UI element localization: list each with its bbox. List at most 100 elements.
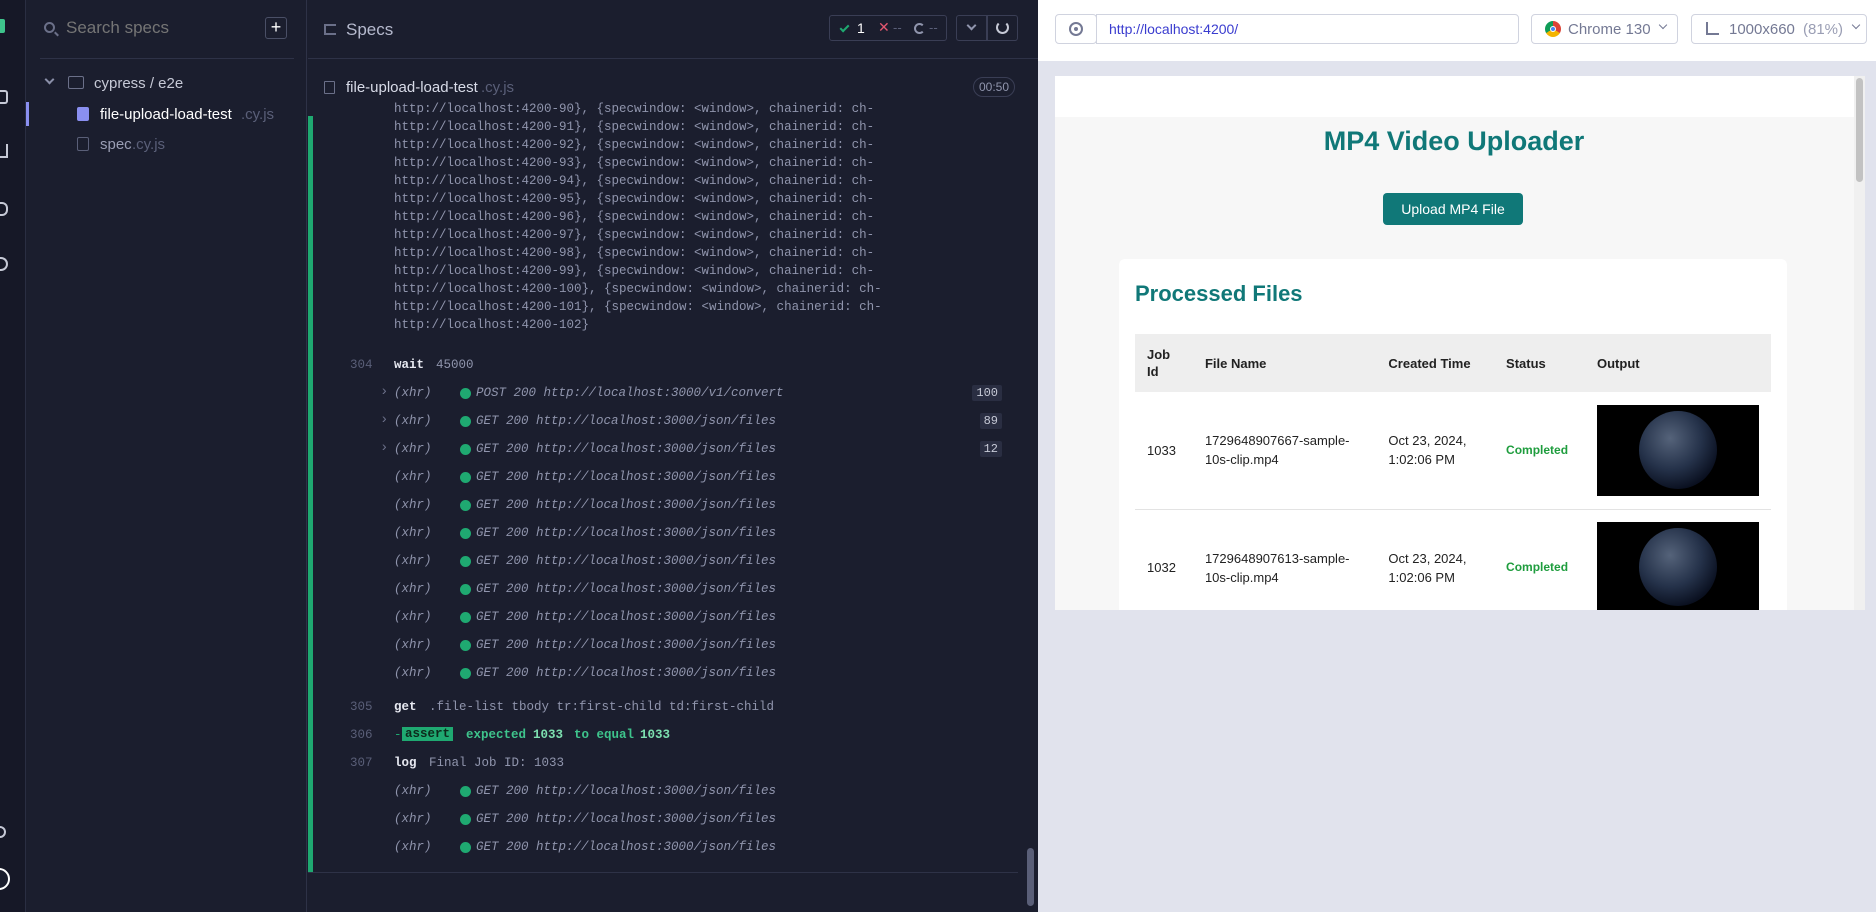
refresh-icon (996, 21, 1009, 34)
viewport-selector[interactable]: 1000x660 (81%) (1691, 14, 1867, 44)
spec-item-active[interactable]: file-upload-load-test .cy.js (26, 102, 307, 126)
table-row: 1032 1729648907613-sample-10s-clip.mp4 O… (1135, 509, 1771, 610)
xhr-request: GET 200 http://localhost:3000/json/files (476, 638, 777, 652)
log-continuation-text: http://localhost:4200-99}, {specwindow: … (394, 264, 875, 278)
app-header-strip (1055, 76, 1865, 117)
xhr-label: (xhr) (394, 666, 432, 680)
runs-nav-icon[interactable] (0, 144, 8, 158)
rerun-button[interactable] (987, 15, 1018, 41)
xhr-log-row[interactable]: (xhr) GET 200 http://localhost:3000/json/… (336, 470, 1002, 498)
xhr-log-row[interactable]: (xhr) GET 200 http://localhost:3000/json/… (336, 610, 1002, 638)
assert-badge: assert (402, 727, 454, 741)
xhr-log-row[interactable]: (xhr) GET 200 http://localhost:3000/json/… (336, 666, 1002, 694)
xhr-log-row[interactable]: › (xhr) POST 200 http://localhost:3000/v1/… (336, 384, 1002, 414)
spec-header: file-upload-load-test .cy.js 00:50 (324, 77, 1016, 100)
command-number: 307 (350, 756, 373, 770)
command-log: http://localhost:4200-90}, {specwindow: … (336, 102, 1002, 860)
command-name: wait (394, 358, 425, 372)
status-dot-icon (460, 500, 471, 511)
browser-selector[interactable]: Chrome 130 (1531, 14, 1678, 44)
pending-count: -- (929, 20, 938, 35)
xhr-label: (xhr) (394, 526, 432, 540)
assert-dash: - (394, 728, 402, 742)
xhr-request: GET 200 http://localhost:3000/json/files (476, 610, 777, 624)
xhr-log-row[interactable]: (xhr) GET 200 http://localhost:3000/json/… (336, 840, 1002, 868)
chevron-down-icon (1658, 20, 1668, 30)
xhr-label: (xhr) (394, 498, 432, 512)
spec-item[interactable]: spec .cy.js (26, 132, 307, 156)
search-specs-input[interactable] (66, 14, 266, 42)
log-continuation-text: http://localhost:4200-101}, {specwindow:… (394, 300, 882, 314)
xhr-log-row[interactable]: (xhr) GET 200 http://localhost:3000/json/… (336, 526, 1002, 554)
spec-duration: 00:50 (973, 77, 1016, 97)
job-id-cell: 1033 (1135, 392, 1193, 510)
xhr-log-row[interactable]: (xhr) GET 200 http://localhost:3000/json/… (336, 582, 1002, 610)
pass-check-icon (839, 22, 850, 33)
test-pass-bar (308, 116, 313, 872)
xhr-request: GET 200 http://localhost:3000/json/files (476, 840, 777, 854)
iframe-scrollbar[interactable] (1854, 76, 1865, 610)
new-spec-button[interactable]: + (265, 17, 287, 39)
status-dot-icon (460, 556, 471, 567)
status-dot-icon (460, 612, 471, 623)
xhr-log-row[interactable]: › (xhr) GET 200 http://localhost:3000/json… (336, 440, 1002, 470)
cypress-logo-icon[interactable] (0, 19, 5, 33)
command-number: 306 (350, 728, 373, 742)
chevron-right-icon: › (380, 384, 389, 400)
upload-mp4-button[interactable]: Upload MP4 File (1383, 193, 1523, 225)
video-thumbnail[interactable] (1597, 522, 1759, 610)
chevron-right-icon: › (380, 412, 389, 428)
spec-item-ext: .cy.js (132, 136, 166, 153)
xhr-label: (xhr) (394, 638, 432, 652)
chevron-down-icon[interactable] (956, 15, 987, 41)
scrollbar-thumb[interactable] (1027, 848, 1034, 906)
selector-playground-button[interactable] (1055, 14, 1097, 44)
spec-header-name: file-upload-load-test (346, 79, 478, 96)
xhr-log-row[interactable]: (xhr) GET 200 http://localhost:3000/json/… (336, 638, 1002, 666)
xhr-label: (xhr) (394, 812, 432, 826)
col-output: Output (1585, 334, 1771, 392)
file-name-cell: 1729648907667-sample-10s-clip.mp4 (1192, 392, 1377, 510)
xhr-request: GET 200 http://localhost:3000/json/files (476, 526, 777, 540)
xhr-label: (xhr) (394, 582, 432, 596)
left-nav (0, 0, 26, 912)
processed-files-card: Processed Files Job Id File Name Created… (1119, 259, 1787, 610)
created-time-cell: Oct 23, 2024, 1:02:06 PM (1376, 509, 1495, 610)
collapse-specs-icon[interactable] (324, 24, 336, 35)
table-header-row: Job Id File Name Created Time Status Out… (1135, 334, 1771, 392)
chevron-down-icon (1851, 20, 1861, 30)
spec-item-name: spec (100, 136, 132, 153)
url-bar[interactable]: http://localhost:4200/ (1096, 14, 1519, 44)
log-continuation-text: http://localhost:4200-93}, {specwindow: … (394, 156, 875, 170)
keyboard-shortcuts-icon[interactable] (0, 826, 6, 838)
col-job-id: Job Id (1135, 334, 1193, 392)
xhr-label: (xhr) (394, 840, 432, 854)
command-log-panel: Specs 1 ✕ -- -- file-upload-load-test .c… (308, 0, 1038, 912)
specs-nav-icon[interactable] (0, 90, 8, 104)
debug-nav-icon[interactable] (0, 202, 8, 216)
folder-row[interactable]: cypress / e2e (44, 73, 294, 95)
xhr-log-row[interactable]: (xhr) GET 200 http://localhost:3000/json/… (336, 784, 1002, 812)
settings-nav-icon[interactable] (0, 257, 8, 271)
chevron-right-icon: › (380, 440, 389, 456)
spec-list-panel: + cypress / e2e file-upload-load-test .c… (26, 0, 307, 912)
request-count-badge: 89 (979, 413, 1002, 429)
status-dot-icon (460, 388, 471, 399)
command-log-line: 307 log Final Job ID: 1033 (336, 756, 1002, 784)
xhr-log-row[interactable]: (xhr) GET 200 http://localhost:3000/json/… (336, 554, 1002, 582)
url-text: http://localhost:4200/ (1109, 21, 1239, 37)
log-continuation-text: http://localhost:4200-95}, {specwindow: … (394, 192, 875, 206)
viewport-label: 1000x660 (1729, 21, 1795, 38)
xhr-log-row[interactable]: (xhr) GET 200 http://localhost:3000/json/… (336, 498, 1002, 526)
video-thumbnail[interactable] (1597, 404, 1759, 496)
cypress-badge-icon[interactable] (0, 868, 10, 890)
command-number: 304 (350, 358, 373, 372)
xhr-label: (xhr) (394, 386, 432, 400)
passed-count: 1 (857, 20, 865, 36)
xhr-log-row[interactable]: › (xhr) GET 200 http://localhost:3000/json… (336, 412, 1002, 442)
status-cell: Completed (1494, 509, 1585, 610)
xhr-log-row[interactable]: (xhr) GET 200 http://localhost:3000/json/… (336, 812, 1002, 840)
log-continuation-text: http://localhost:4200-94}, {specwindow: … (394, 174, 875, 188)
spec-file-icon (77, 107, 89, 121)
folder-label: cypress / e2e (94, 75, 184, 92)
